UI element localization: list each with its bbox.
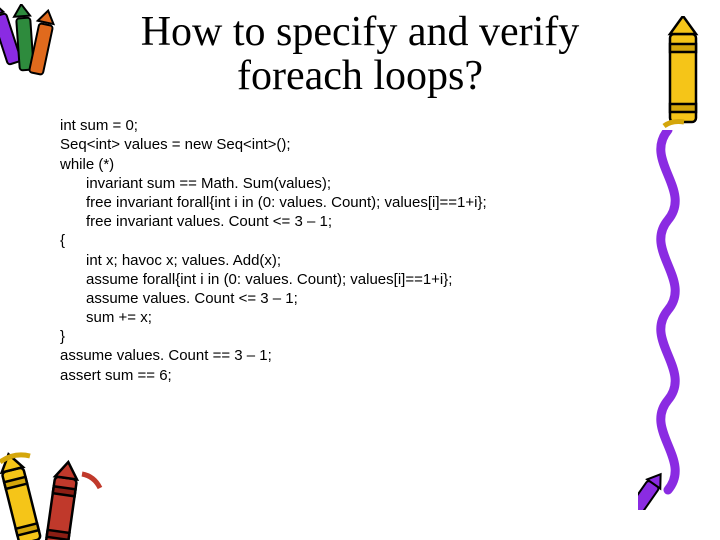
- code-line: Seq<int> values = new Seq<int>();: [60, 136, 291, 153]
- code-line: free invariant forall{int i in (0: value…: [60, 193, 487, 212]
- code-block: int sum = 0; Seq<int> values = new Seq<i…: [60, 116, 720, 385]
- code-line: invariant sum == Math. Sum(values);: [60, 174, 331, 193]
- crayon-yellow-icon: [646, 16, 716, 136]
- code-line: {: [60, 232, 65, 249]
- code-line: free invariant values. Count <= 3 – 1;: [60, 212, 332, 231]
- code-line: assume values. Count == 3 – 1;: [60, 347, 272, 364]
- purple-squiggle-icon: [638, 130, 698, 510]
- crayon-pair-icon: [0, 444, 114, 540]
- code-line: }: [60, 328, 65, 345]
- code-line: assume forall{int i in (0: values. Count…: [60, 270, 452, 289]
- code-line: int sum = 0;: [60, 117, 138, 134]
- slide-title: How to specify and verify foreach loops?: [40, 10, 680, 98]
- title-line-2: foreach loops?: [237, 53, 483, 99]
- code-line: sum += x;: [60, 308, 152, 327]
- code-line: assume values. Count <= 3 – 1;: [60, 289, 298, 308]
- code-line: int x; havoc x; values. Add(x);: [60, 251, 281, 270]
- crayon-cluster-icon: [0, 4, 72, 94]
- title-line-1: How to specify and verify: [141, 9, 580, 55]
- code-line: assert sum == 6;: [60, 367, 172, 384]
- slide: How to specify and verify foreach loops?…: [0, 10, 720, 540]
- code-line: while (*): [60, 156, 114, 173]
